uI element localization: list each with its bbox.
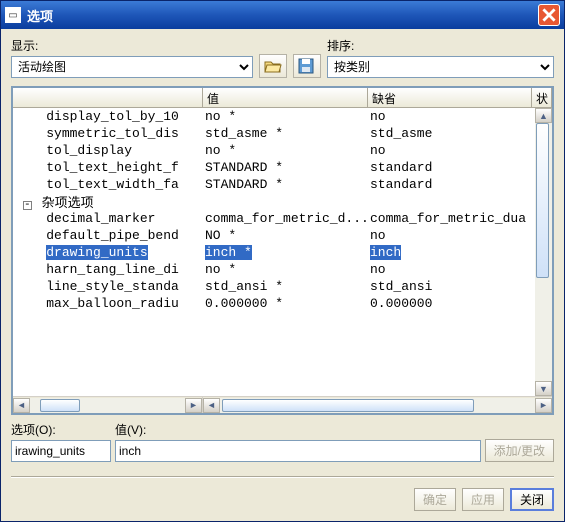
table-row[interactable]: display_tol_by_10no *no xyxy=(13,108,552,125)
vertical-scrollbar[interactable]: ▲ ▼ xyxy=(535,108,552,396)
col-header-value[interactable]: 值 xyxy=(203,88,368,107)
table-row[interactable]: tol_displayno *no xyxy=(13,142,552,159)
window-close-button[interactable] xyxy=(538,4,560,26)
scroll-right-icon[interactable]: ► xyxy=(185,398,202,413)
tree-section[interactable]: - 杂项选项 xyxy=(13,193,552,210)
table-row[interactable]: harn_tang_line_dino *no xyxy=(13,261,552,278)
table-row[interactable]: tol_text_width_faSTANDARD *standard xyxy=(13,176,552,193)
save-file-button[interactable] xyxy=(293,54,321,78)
option-input[interactable] xyxy=(11,440,111,462)
add-change-button[interactable]: 添加/更改 xyxy=(485,439,554,462)
table-row[interactable]: decimal_markercomma_for_metric_d...comma… xyxy=(13,210,552,227)
hscroll-left[interactable]: ◄ ► xyxy=(13,396,203,413)
scroll-right-icon[interactable]: ► xyxy=(535,398,552,413)
scroll-down-icon[interactable]: ▼ xyxy=(535,381,552,396)
sort-label: 排序: xyxy=(327,37,554,54)
folder-open-icon xyxy=(264,58,282,74)
scroll-up-icon[interactable]: ▲ xyxy=(535,108,552,123)
window-title: 选项 xyxy=(27,6,538,25)
col-header-default[interactable]: 缺省 xyxy=(368,88,532,107)
table-row[interactable]: line_style_standastd_ansi *std_ansi xyxy=(13,278,552,295)
col-header-status[interactable]: 状 xyxy=(532,88,552,107)
close-button[interactable]: 关闭 xyxy=(510,488,554,511)
apply-button[interactable]: 应用 xyxy=(462,488,504,511)
value-edit-label: 值(V): xyxy=(115,421,481,438)
scroll-left-icon[interactable]: ◄ xyxy=(203,398,220,413)
scroll-left-icon[interactable]: ◄ xyxy=(13,398,30,413)
hscroll-right[interactable]: ◄ ► xyxy=(203,396,552,413)
option-edit-label: 选项(O): xyxy=(11,421,111,438)
display-combo[interactable]: 活动绘图 xyxy=(11,56,253,78)
table-row[interactable]: tol_text_height_fSTANDARD *standard xyxy=(13,159,552,176)
col-header-name[interactable] xyxy=(13,88,203,107)
table-row[interactable]: symmetric_tol_disstd_asme *std_asme xyxy=(13,125,552,142)
table-row[interactable]: max_balloon_radiu0.000000 *0.000000 xyxy=(13,295,552,312)
sort-combo[interactable]: 按类别 xyxy=(327,56,554,78)
display-label: 显示: xyxy=(11,37,253,54)
ok-button[interactable]: 确定 xyxy=(414,488,456,511)
open-file-button[interactable] xyxy=(259,54,287,78)
table-row[interactable]: drawing_unitsinch *inch xyxy=(13,244,552,261)
collapse-icon[interactable]: - xyxy=(23,201,32,210)
value-input[interactable] xyxy=(115,440,481,462)
table-row[interactable]: default_pipe_bendNO *no xyxy=(13,227,552,244)
app-icon: ▭ xyxy=(5,7,21,23)
floppy-icon xyxy=(298,58,316,74)
